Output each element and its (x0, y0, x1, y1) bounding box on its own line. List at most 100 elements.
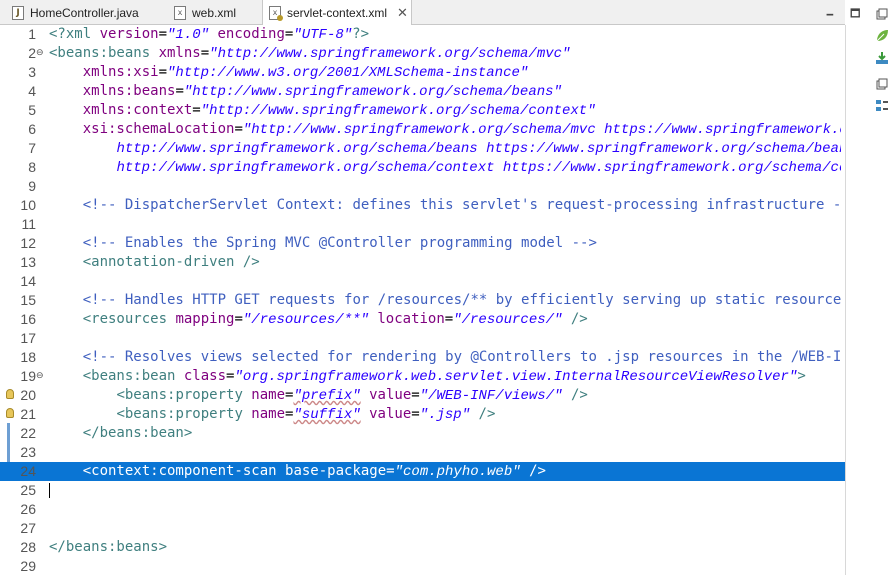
line-number: 2 (28, 45, 36, 61)
line-number: 15 (20, 292, 36, 308)
editor-tab-bar: J HomeController.java x web.xml x servle… (0, 0, 845, 26)
tab-label: HomeController.java (30, 5, 139, 20)
line-number: 28 (20, 539, 36, 555)
code-line[interactable]: 13 <annotation-driven /> (0, 253, 845, 272)
code-line[interactable]: 10 <!-- DispatcherServlet Context: defin… (0, 196, 845, 215)
code-line[interactable]: 2 ⊖ <beans:beans xmlns="http://www.springf… (0, 44, 845, 63)
line-number: 6 (28, 121, 36, 137)
code-line[interactable]: 4 xmlns:beans="http://www.springframewor… (0, 82, 845, 101)
line-number: 17 (20, 330, 36, 346)
close-icon[interactable]: ✕ (397, 6, 408, 21)
code-line[interactable]: 7 http://www.springframework.org/schema/… (0, 139, 845, 158)
code-line[interactable]: 14 (0, 272, 845, 291)
line-number: 20 (20, 387, 36, 403)
tab-label: servlet-context.xml (287, 6, 388, 20)
line-number: 10 (20, 197, 36, 213)
code-text: <!-- Handles HTTP GET requests for /reso… (82, 292, 841, 308)
code-line[interactable]: 21 <beans:property name="suffix" value="… (0, 405, 845, 424)
code-text: xmlns:beans="http://www.springframework.… (82, 83, 562, 100)
line-number: 29 (20, 558, 36, 574)
code-line[interactable]: 15 <!-- Handles HTTP GET requests for /r… (0, 291, 845, 310)
code-line[interactable]: 26 (0, 500, 845, 519)
code-line[interactable]: 25 (0, 481, 845, 500)
line-number: 25 (20, 482, 36, 498)
minimize-icon[interactable]: 🗕 (826, 5, 834, 24)
code-text: <context:component-scan base-package="co… (82, 463, 546, 480)
line-number: 26 (20, 501, 36, 517)
code-text: xmlns:context="http://www.springframewor… (82, 102, 596, 119)
line-number: 22 (20, 425, 36, 441)
line-number: 8 (28, 159, 36, 175)
code-text: xsi:schemaLocation="http://www.springfra… (82, 121, 841, 138)
restore-icon[interactable] (873, 76, 891, 92)
code-text: </beans:beans> (49, 539, 168, 555)
code-line[interactable]: 5 xmlns:context="http://www.springframew… (0, 101, 845, 120)
code-line-selected[interactable]: 24 <context:component-scan base-package=… (0, 462, 845, 481)
code-text: <!-- DispatcherServlet Context: defines … (82, 197, 841, 213)
fold-toggle-icon[interactable]: ⊖ (36, 44, 44, 63)
code-line[interactable]: 8 http://www.springframework.org/schema/… (0, 158, 845, 177)
line-number: 19 (20, 368, 36, 384)
restore-icon[interactable] (873, 6, 891, 22)
code-text: http://www.springframework.org/schema/be… (116, 141, 841, 157)
code-text: xmlns:xsi="http://www.w3.org/2001/XMLSch… (82, 64, 529, 81)
code-text: <beans:property name="suffix" value=".js… (116, 406, 496, 423)
code-line[interactable]: 1 <?xml version="1.0" encoding="UTF-8"?> (0, 25, 845, 44)
line-number: 14 (20, 273, 36, 289)
java-file-icon: J (12, 5, 24, 20)
code-text: </beans:bean> (82, 425, 193, 441)
outline-icon[interactable] (873, 98, 891, 114)
code-text: <?xml version="1.0" encoding="UTF-8"?> (49, 26, 370, 43)
maximize-icon[interactable]: 🗖 (850, 5, 860, 24)
line-number: 16 (20, 311, 36, 327)
code-line[interactable]: 23 (0, 443, 845, 462)
spring-leaf-icon[interactable] (873, 28, 891, 44)
line-number: 13 (20, 254, 36, 270)
code-text: <beans:bean class="org.springframework.w… (82, 368, 806, 385)
fold-toggle-icon[interactable]: ⊖ (36, 367, 44, 386)
line-number: 9 (28, 178, 36, 194)
warning-bulb-icon[interactable] (6, 389, 14, 399)
line-number: 3 (28, 64, 36, 80)
code-text: <beans:property name="prefix" value="/WE… (116, 387, 588, 404)
line-number: 27 (20, 520, 36, 536)
line-number: 5 (28, 102, 36, 118)
code-line[interactable]: 18 <!-- Resolves views selected for rend… (0, 348, 845, 367)
line-number: 11 (21, 216, 36, 232)
line-number: 24 (20, 463, 36, 479)
code-line[interactable]: 27 (0, 519, 845, 538)
xml-file-icon: x (269, 6, 283, 21)
code-line[interactable]: 16 <resources mapping="/resources/**" lo… (0, 310, 845, 329)
line-number: 1 (28, 26, 36, 42)
code-line[interactable]: 9 (0, 177, 845, 196)
code-text: <resources mapping="/resources/**" locat… (82, 311, 588, 328)
code-line[interactable]: 28 </beans:beans> (0, 538, 845, 557)
tab-web-xml[interactable]: x web.xml (168, 0, 260, 25)
code-text: <annotation-driven /> (82, 254, 260, 270)
code-line[interactable]: 3 xmlns:xsi="http://www.w3.org/2001/XMLS… (0, 63, 845, 82)
xml-source-editor[interactable]: 1 <?xml version="1.0" encoding="UTF-8"?> 2… (0, 25, 845, 575)
code-text: <beans:beans xmlns="http://www.springfra… (49, 45, 571, 62)
tab-homecontroller-java[interactable]: J HomeController.java (6, 0, 166, 25)
download-icon[interactable] (873, 50, 891, 66)
warning-bulb-icon[interactable] (6, 408, 14, 418)
code-text: <!-- Resolves views selected for renderi… (82, 349, 841, 365)
line-number: 23 (20, 444, 36, 460)
code-line[interactable]: 12 <!-- Enables the Spring MVC @Controll… (0, 234, 845, 253)
code-line[interactable]: 17 (0, 329, 845, 348)
line-number: 18 (20, 349, 36, 365)
tab-servlet-context-xml[interactable]: x servlet-context.xml ✕ (262, 0, 412, 26)
xml-file-icon: x (174, 5, 186, 20)
tab-label: web.xml (192, 5, 237, 20)
line-number: 7 (28, 140, 36, 156)
code-line[interactable]: 29 (0, 557, 845, 576)
code-line[interactable]: 19 ⊖ <beans:bean class="org.springframewo… (0, 367, 845, 386)
code-text: <!-- Enables the Spring MVC @Controller … (82, 235, 597, 251)
code-line[interactable]: 6 xsi:schemaLocation="http://www.springf… (0, 120, 845, 139)
code-line[interactable]: 20 <beans:property name="prefix" value="… (0, 386, 845, 405)
text-caret (49, 483, 50, 498)
code-line[interactable]: 11 (0, 215, 845, 234)
line-number: 21 (20, 406, 36, 422)
line-number: 12 (20, 235, 36, 251)
code-line[interactable]: 22 </beans:bean> (0, 424, 845, 443)
